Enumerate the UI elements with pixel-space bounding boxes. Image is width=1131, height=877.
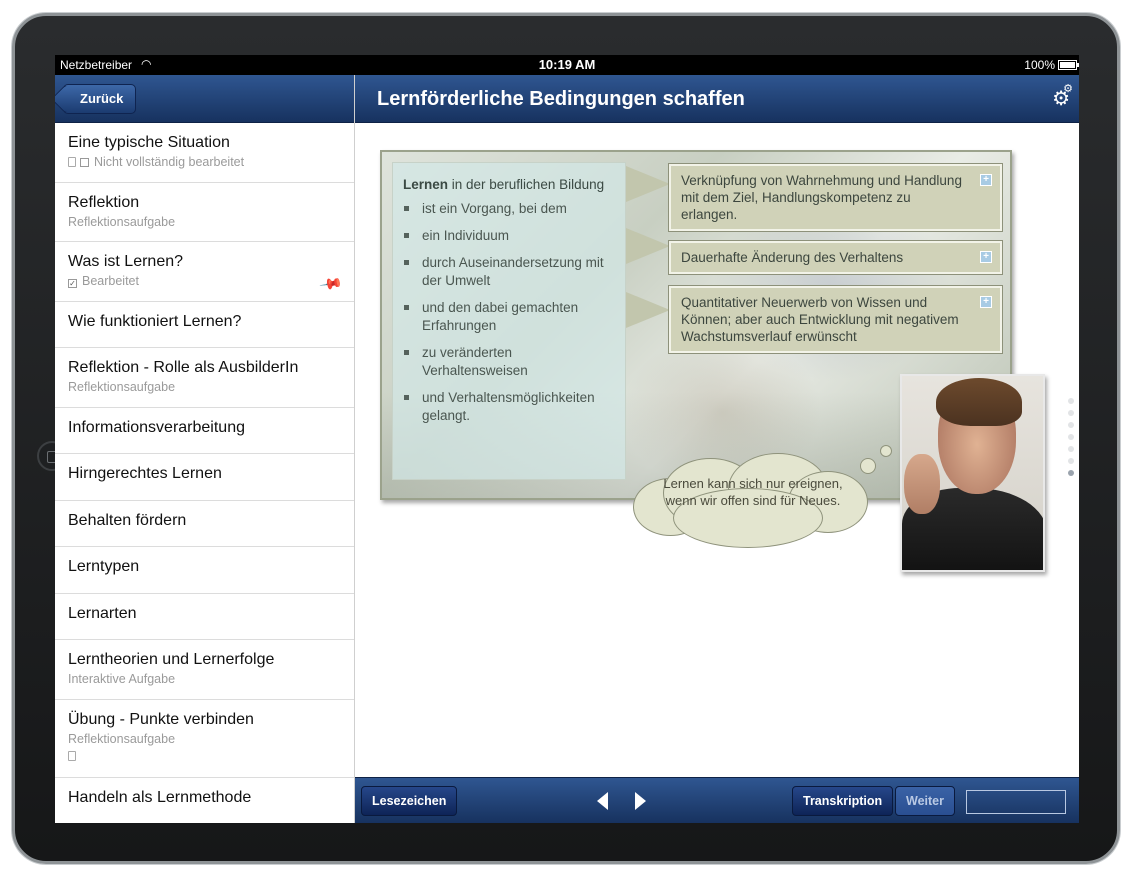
bookmark-button[interactable]: Lesezeichen — [361, 786, 458, 816]
info-box-text: Dauerhafte Änderung des Verhaltens — [681, 250, 904, 265]
sidebar-item-eine-typische-situation[interactable]: Eine typische Situation Nicht vollständi… — [55, 123, 354, 183]
sidebar-item-label: Handeln als Lernmethode — [68, 789, 252, 806]
sidebar-item-subtitle: Reflektionsaufgabe — [68, 380, 176, 394]
page-dot — [1068, 458, 1074, 464]
progress-field — [966, 790, 1066, 814]
chapter-list: Eine typische Situation Nicht vollständi… — [55, 123, 354, 823]
sidebar-item-label: Übung - Punkte verbinden — [68, 711, 254, 728]
checkbox-icon — [80, 158, 89, 167]
sidebar-item-wie-funktioniert-lernen[interactable]: Wie funktioniert Lernen? — [55, 302, 354, 348]
page-dot — [1068, 398, 1074, 404]
sidebar-item-label: Wie funktioniert Lernen? — [68, 313, 242, 330]
transcript-button[interactable]: Transkription — [792, 786, 894, 816]
sidebar-item-lerntheorien[interactable]: Lerntheorien und Lernerfolge Interaktive… — [55, 640, 354, 700]
info-box-neuerwerb[interactable]: Quantitativer Neuerwerb von Wissen und K… — [668, 285, 1003, 354]
sidebar-item-subtitle: Reflektionsaufgabe — [68, 732, 176, 746]
connector-arrow — [626, 292, 670, 328]
next-arrow-icon[interactable] — [635, 792, 646, 810]
info-box-handlungskompetenz[interactable]: Verknüpfung von Wahrnehmung und Handlung… — [668, 163, 1003, 232]
expand-plus-icon[interactable]: + — [980, 296, 992, 308]
next-button[interactable]: Weiter — [895, 786, 955, 816]
sidebar-navbar: Zurück — [55, 75, 354, 123]
sidebar-item-informationsverarbeitung[interactable]: Informationsverarbeitung — [55, 408, 354, 454]
definition-bullets: ist ein Vorgang, bei dem ein Individuum … — [403, 200, 615, 425]
connector-arrow — [626, 228, 670, 264]
definition-term: Lernen — [403, 177, 449, 192]
sidebar-item-lernarten[interactable]: Lernarten — [55, 594, 354, 640]
definition-box: Lernen in der beruflichen Bildung ist ei… — [392, 162, 626, 480]
page-dot — [1068, 410, 1074, 416]
sidebar-item-subtitle: Interaktive Aufgabe — [68, 672, 176, 686]
status-bar: Netzbetreiber ◠ 10:19 AM 100% — [55, 55, 1079, 75]
sidebar: Zurück Eine typische Situation Nicht vol… — [55, 75, 355, 823]
previous-arrow-icon[interactable] — [597, 792, 608, 810]
sidebar-item-label: Was ist Lernen? — [68, 253, 184, 270]
sidebar-item-status: Bearbeitet — [82, 274, 139, 288]
sidebar-item-lerntypen[interactable]: Lerntypen — [55, 547, 354, 594]
sidebar-item-label: Hirngerechtes Lernen — [68, 465, 222, 482]
sidebar-item-label: Behalten fördern — [68, 512, 187, 529]
definition-bullet: zu veränderten Verhaltensweisen — [403, 344, 615, 380]
sidebar-item-behalten-foerdern[interactable]: Behalten fördern — [55, 501, 354, 547]
info-box-text: Quantitativer Neuerwerb von Wissen und K… — [681, 295, 959, 344]
settings-gear-icon[interactable]: ⚙ ⚙ — [1052, 83, 1073, 111]
sidebar-item-label: Lernarten — [68, 605, 137, 622]
sidebar-item-reflektion[interactable]: Reflektion Reflektionsaufgabe — [55, 183, 354, 242]
sidebar-item-uebung-punkte-verbinden[interactable]: Übung - Punkte verbinden Reflektionsaufg… — [55, 700, 354, 778]
sidebar-item-label: Lerntheorien und Lernerfolge — [68, 651, 275, 668]
expand-plus-icon[interactable]: + — [980, 174, 992, 186]
person-photo — [900, 374, 1045, 572]
page-title: Lernförderliche Bedingungen schaffen — [377, 88, 745, 110]
sidebar-item-status: Nicht vollständig bearbeitet — [94, 155, 245, 169]
document-icon — [68, 751, 76, 761]
person-hand — [904, 454, 940, 514]
info-box-text: Verknüpfung von Wahrnehmung und Handlung… — [681, 173, 962, 222]
definition-bullet: und Verhaltensmöglichkeiten gelangt. — [403, 389, 615, 425]
clock: 10:19 AM — [538, 57, 596, 72]
thought-bubble-dot — [880, 445, 892, 457]
screen: Netzbetreiber ◠ 10:19 AM 100% Zurück Ein… — [55, 55, 1079, 823]
definition-heading-rest: in der beruflichen Bildung — [448, 177, 605, 192]
sidebar-item-label: Eine typische Situation — [68, 134, 230, 151]
definition-bullet: und den dabei gemachten Erfahrungen — [403, 299, 615, 335]
main-navbar: Lernförderliche Bedingungen schaffen ⚙ ⚙ — [355, 75, 1079, 123]
document-icon — [68, 157, 76, 167]
page-dot — [1068, 446, 1074, 452]
page-dot — [1068, 434, 1074, 440]
page-dot-active — [1068, 470, 1074, 476]
back-button-label: Zurück — [80, 91, 124, 106]
person-hair — [936, 378, 1022, 426]
sidebar-item-label: Reflektion — [68, 194, 140, 211]
sidebar-item-reflektion-rolle[interactable]: Reflektion - Rolle als AusbilderIn Refle… — [55, 348, 354, 408]
sidebar-item-label: Lerntypen — [68, 558, 140, 575]
definition-heading: Lernen in der beruflichen Bildung — [403, 177, 615, 192]
thought-text: Lernen kann sich nur ereignen, wenn wir … — [663, 476, 843, 508]
battery-icon — [1058, 60, 1079, 70]
sidebar-item-subtitle: ✓ Bearbeitet — [68, 274, 341, 288]
info-box-verhalten[interactable]: Dauerhafte Änderung des Verhaltens + — [668, 240, 1003, 275]
small-gear-icon: ⚙ — [1063, 83, 1073, 95]
sidebar-item-was-ist-lernen[interactable]: Was ist Lernen? ✓ Bearbeitet 📌 — [55, 242, 354, 302]
sidebar-item-meta — [68, 749, 341, 763]
back-button[interactable]: Zurück — [63, 84, 137, 114]
definition-bullet: durch Auseinandersetzung mit der Umwelt — [403, 254, 615, 290]
sidebar-item-hirngerechtes-lernen[interactable]: Hirngerechtes Lernen — [55, 454, 354, 501]
thought-bubble-dot — [860, 458, 876, 474]
page-indicator[interactable] — [1068, 398, 1074, 482]
sidebar-item-label: Informationsverarbeitung — [68, 419, 245, 436]
sidebar-item-handeln-als-lernmethode[interactable]: Handeln als Lernmethode — [55, 778, 354, 823]
battery-percent: 100% — [1024, 58, 1055, 72]
connector-arrow — [626, 166, 670, 202]
checked-icon: ✓ — [68, 279, 77, 288]
sidebar-item-subtitle: Nicht vollständig bearbeitet — [68, 155, 341, 169]
thought-cloud: Lernen kann sich nur ereignen, wenn wir … — [633, 453, 873, 548]
definition-bullet: ein Individuum — [403, 227, 615, 245]
content-area: Lernen in der beruflichen Bildung ist ei… — [355, 123, 1079, 777]
page-dot — [1068, 422, 1074, 428]
sidebar-item-subtitle: Reflektionsaufgabe — [68, 215, 176, 229]
expand-plus-icon[interactable]: + — [980, 251, 992, 263]
definition-bullet: ist ein Vorgang, bei dem — [403, 200, 615, 218]
sidebar-item-label: Reflektion - Rolle als AusbilderIn — [68, 359, 299, 376]
bottom-toolbar: Lesezeichen Transkription Weiter — [355, 777, 1079, 823]
